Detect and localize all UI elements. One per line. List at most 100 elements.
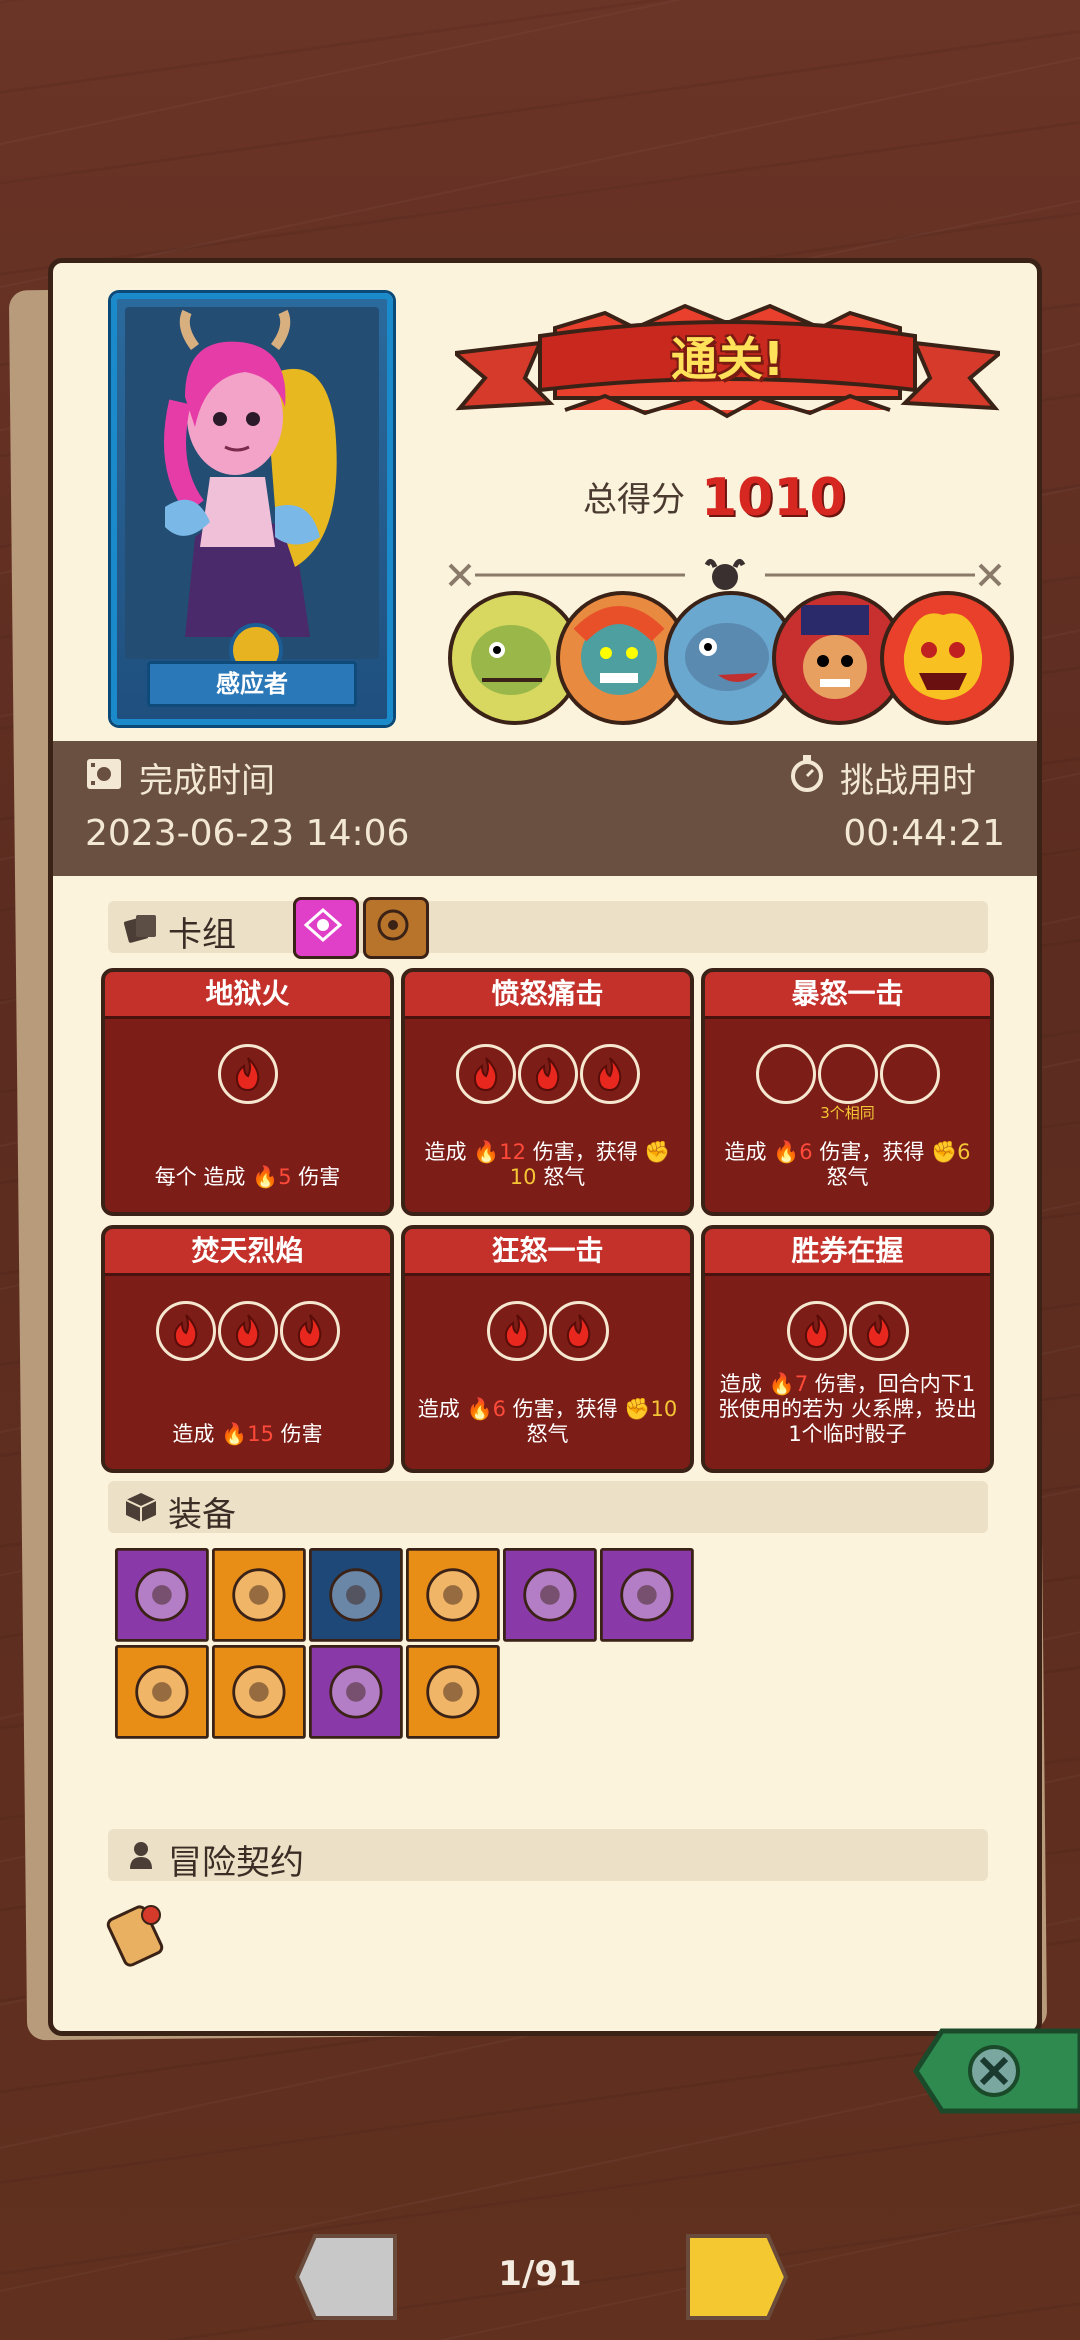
finish-time-value: 2023-06-23 14:06 xyxy=(85,813,410,854)
fire-demon-boss-icon[interactable] xyxy=(880,591,1014,725)
next-page-button[interactable] xyxy=(682,2232,789,2326)
total-score: 总得分 1010 xyxy=(583,468,846,528)
defeated-bosses xyxy=(448,591,1018,725)
silver-bell-icon[interactable] xyxy=(503,1548,597,1642)
skill-card-title: 胜券在握 xyxy=(705,1229,990,1276)
description-value: 🔥6 xyxy=(466,1397,506,1421)
time-info-band: 完成时间 2023-06-23 14:06 挑战用时 00:44:21 xyxy=(53,741,1037,876)
description-text: 造成 xyxy=(719,1372,762,1396)
empty-dice-slot xyxy=(817,1044,878,1104)
challenge-time-value: 00:44:21 xyxy=(843,813,1005,854)
skill-card-title: 暴怒一击 xyxy=(705,972,990,1019)
description-value: ✊6 xyxy=(931,1140,971,1164)
fire-dice-slot-icon xyxy=(848,1301,909,1361)
total-score-label: 总得分 xyxy=(583,480,685,520)
skill-card-description: 造成 🔥12 伤害，获得 ✊10 怒气 xyxy=(413,1140,682,1190)
skill-card-title: 狂怒一击 xyxy=(405,1229,690,1276)
description-text: 造成 xyxy=(172,1422,215,1446)
dice-slots xyxy=(405,1301,690,1361)
fire-dice-slot-icon xyxy=(786,1301,847,1361)
description-text: 伤害，获得 xyxy=(512,1397,618,1421)
deck-filter-orange-tab[interactable] xyxy=(363,897,429,959)
close-button[interactable] xyxy=(912,2025,1080,2117)
deck-filter-purple-tab[interactable] xyxy=(293,897,359,959)
dice-slots xyxy=(705,1301,990,1361)
contract-section-title: 冒险契约 xyxy=(168,1843,304,1883)
fire-dice-slot-icon xyxy=(217,1044,278,1104)
description-text: 伤害 xyxy=(280,1422,323,1446)
dice-slots xyxy=(405,1044,690,1104)
fire-dice-slot-icon xyxy=(486,1301,547,1361)
skill-card[interactable]: 暴怒一击 3个相同造成 🔥6 伤害，获得 ✊6 怒气 xyxy=(701,968,994,1216)
description-text: 造成 xyxy=(203,1165,246,1189)
skill-card-description: 造成 🔥6 伤害，获得 ✊6 怒气 xyxy=(713,1140,982,1190)
golden-die-icon[interactable] xyxy=(600,1548,694,1642)
dice-slots xyxy=(105,1301,390,1361)
fire-dice-slot-icon xyxy=(517,1044,578,1104)
film-calendar-icon xyxy=(87,759,121,789)
description-text: 伤害 xyxy=(298,1165,341,1189)
deck-section-title: 卡组 xyxy=(168,915,236,955)
dice-requirement: 3个相同 xyxy=(820,1104,875,1122)
result-panel: 感应者 通关! 总得分 1010 完成时间 2023-06-23 14:06 挑… xyxy=(48,258,1042,2036)
skill-card[interactable]: 狂怒一击造成 🔥6 伤害，获得 ✊10 怒气 xyxy=(401,1225,694,1473)
description-text: 怒气 xyxy=(826,1165,869,1189)
skill-card-title: 愤怒痛击 xyxy=(405,972,690,1019)
description-value: ✊10 xyxy=(624,1397,678,1421)
victory-banner-text: 通关! xyxy=(671,332,784,386)
description-text: 怒气 xyxy=(543,1165,586,1189)
fire-dice-slot-icon xyxy=(548,1301,609,1361)
description-value: 🔥5 xyxy=(252,1165,292,1189)
description-text: 伤害，获得 xyxy=(819,1140,925,1164)
boss-divider xyxy=(445,555,1005,595)
green-feather-icon[interactable] xyxy=(212,1548,306,1642)
swirl-rune-icon xyxy=(377,909,409,941)
skill-card-description: 造成 🔥6 伤害，获得 ✊10 怒气 xyxy=(413,1397,682,1447)
description-text: 伤害，获得 xyxy=(532,1140,638,1164)
victory-banner: 通关! xyxy=(450,298,1005,433)
description-text: 怒气 xyxy=(526,1422,569,1446)
dice-slots xyxy=(105,1044,390,1104)
skill-card[interactable]: 胜券在握造成 🔥7 伤害，回合内下1张使用的若为 火系牌，投出1个临时骰子 xyxy=(701,1225,994,1473)
description-text: 造成 xyxy=(724,1140,767,1164)
prev-page-button[interactable] xyxy=(294,2232,401,2326)
skill-card-title: 地狱火 xyxy=(105,972,390,1019)
hero-portrait-card[interactable]: 感应者 xyxy=(111,293,393,725)
stopwatch-icon xyxy=(791,755,823,792)
fire-dice-slot-icon xyxy=(217,1301,278,1361)
finish-time-label: 完成时间 xyxy=(139,761,275,801)
empty-dice-slot xyxy=(879,1044,940,1104)
empty-dice-slot xyxy=(755,1044,816,1104)
skill-card[interactable]: 焚天烈焰 造成 🔥15 伤害 xyxy=(101,1225,394,1473)
fire-dice-slot-icon xyxy=(279,1301,340,1361)
stone-cube-icon[interactable] xyxy=(115,1548,209,1642)
moss-tablet-icon[interactable] xyxy=(212,1645,306,1739)
green-potion-icon[interactable] xyxy=(115,1645,209,1739)
description-value: 🔥12 xyxy=(473,1140,527,1164)
fire-dice-slot-icon xyxy=(455,1044,516,1104)
dice-slots xyxy=(705,1044,990,1104)
skill-card-description: 每个 造成 🔥5 伤害 xyxy=(113,1165,382,1190)
total-score-value: 1010 xyxy=(701,468,846,528)
battle-axe-icon[interactable] xyxy=(406,1548,500,1642)
hero-portrait-art xyxy=(125,307,379,659)
description-text: 造成 xyxy=(424,1140,467,1164)
figure-icon xyxy=(130,1842,152,1869)
eye-rune-icon xyxy=(303,907,343,943)
description-value: 🔥7 xyxy=(768,1372,809,1396)
golden-crown-icon[interactable] xyxy=(406,1645,500,1739)
page-indicator: 1/91 xyxy=(498,2254,582,2294)
skill-card[interactable]: 愤怒痛击造成 🔥12 伤害，获得 ✊10 怒气 xyxy=(401,968,694,1216)
cards-icon xyxy=(124,915,156,943)
description-text: 每个 xyxy=(154,1165,197,1189)
golden-horn-icon[interactable] xyxy=(309,1548,403,1642)
skill-card-description: 造成 🔥7 伤害，回合内下1张使用的若为 火系牌，投出1个临时骰子 xyxy=(713,1372,982,1447)
deck-section-header: 卡组 xyxy=(108,897,988,959)
challenge-time-label: 挑战用时 xyxy=(840,761,976,801)
fire-dice-slot-icon xyxy=(155,1301,216,1361)
scroll-icon[interactable] xyxy=(101,1893,181,1973)
demon-shield-icon[interactable] xyxy=(309,1645,403,1739)
skill-card[interactable]: 地狱火每个 造成 🔥5 伤害 xyxy=(101,968,394,1216)
skill-card-description: 造成 🔥15 伤害 xyxy=(113,1422,382,1447)
box-icon xyxy=(125,1493,157,1522)
